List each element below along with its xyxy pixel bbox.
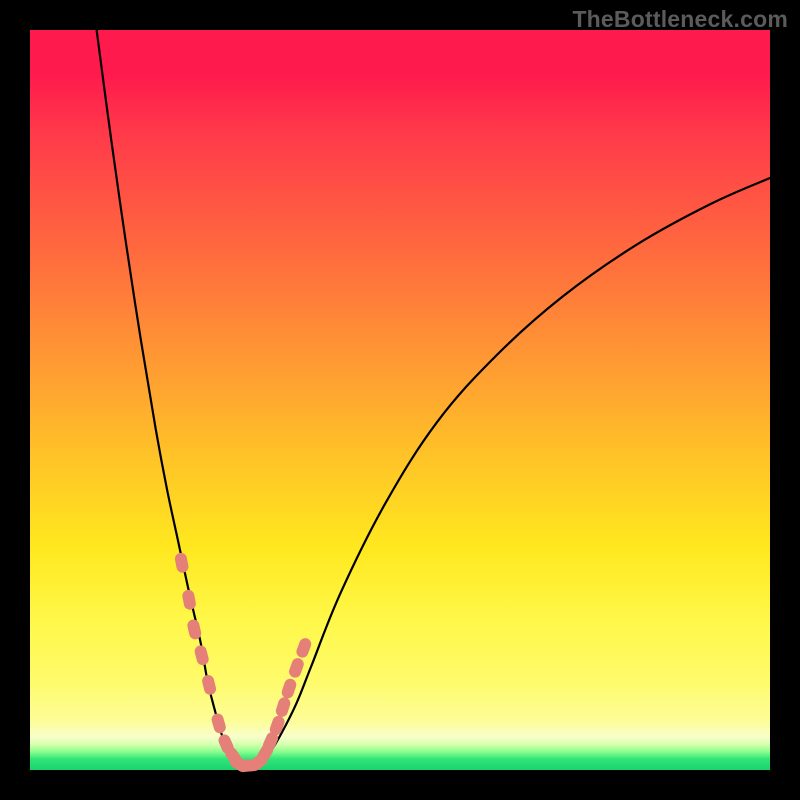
- data-points-group: [174, 552, 313, 775]
- data-point: [210, 712, 227, 735]
- curve-svg: [30, 30, 770, 770]
- plot-area: [30, 30, 770, 770]
- data-point: [181, 589, 197, 611]
- data-point: [295, 636, 313, 659]
- data-point: [174, 552, 190, 574]
- chart-frame: TheBottleneck.com: [0, 0, 800, 800]
- data-point: [287, 656, 305, 679]
- data-point: [201, 674, 217, 696]
- data-point: [280, 677, 298, 700]
- data-point: [193, 644, 210, 666]
- watermark-text: TheBottleneck.com: [572, 6, 788, 33]
- data-point: [274, 696, 292, 719]
